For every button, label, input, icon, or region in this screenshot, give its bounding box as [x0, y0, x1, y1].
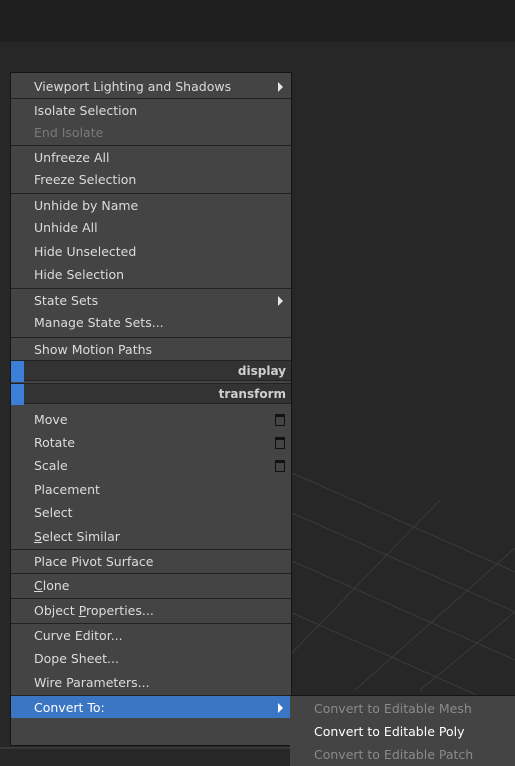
submenu-arrow-icon: [278, 296, 283, 306]
menu-item-object-properties[interactable]: Object Properties...: [11, 598, 291, 621]
menu-item-select-similar[interactable]: Select Similar: [11, 525, 291, 548]
menu-item-hide-selection[interactable]: Hide Selection: [11, 263, 291, 286]
menu-item-label: Viewport Lighting and Shadows: [34, 79, 232, 94]
menu-item-label: Wire Parameters...: [34, 675, 150, 690]
settings-box-icon[interactable]: [275, 414, 285, 426]
menu-item-label: Curve Editor...: [34, 628, 123, 643]
menu-item-label: Hide Selection: [34, 267, 125, 282]
menu-item-label: Object Properties...: [34, 603, 154, 618]
submenu-arrow-icon: [278, 703, 283, 713]
quad-menu: Viewport Lighting and Shadows Isolate Se…: [10, 72, 292, 746]
menu-item-placement[interactable]: Placement: [11, 478, 291, 501]
menu-item-scale[interactable]: Scale: [11, 454, 291, 477]
submenu-item-label: Convert to Editable Patch: [314, 747, 474, 762]
menu-item-label: Freeze Selection: [34, 172, 137, 187]
menu-item-freeze-selection[interactable]: Freeze Selection: [11, 168, 291, 191]
menu-item-label: Show Motion Paths: [34, 342, 153, 357]
submenu-item-editable-poly[interactable]: Convert to Editable Poly: [290, 721, 515, 743]
menu-item-label: Clone: [34, 578, 70, 593]
menu-item-unhide-by-name[interactable]: Unhide by Name: [11, 193, 291, 216]
menu-item-unfreeze-all[interactable]: Unfreeze All: [11, 145, 291, 168]
quad-header-label: display: [237, 364, 286, 378]
menu-item-label: Dope Sheet...: [34, 651, 119, 666]
menu-item-unhide-all[interactable]: Unhide All: [11, 216, 291, 239]
submenu-item-editable-mesh[interactable]: Convert to Editable Mesh: [290, 698, 515, 720]
menu-item-label: Isolate Selection: [34, 103, 138, 118]
menu-item-label: Unhide by Name: [34, 198, 139, 213]
menu-item-label: Unhide All: [34, 220, 98, 235]
menu-item-label: Select Similar: [34, 529, 120, 544]
menu-item-label: Move: [34, 412, 68, 427]
menu-item-hide-unselected[interactable]: Hide Unselected: [11, 240, 291, 263]
submenu-item-label: Convert to Editable Poly: [314, 724, 465, 739]
menu-item-viewport-lighting[interactable]: Viewport Lighting and Shadows: [11, 75, 291, 98]
settings-box-icon[interactable]: [275, 437, 285, 449]
menu-item-manage-state-sets[interactable]: Manage State Sets...: [11, 311, 291, 334]
menu-item-label: State Sets: [34, 293, 99, 308]
menu-item-label: Convert To:: [34, 700, 105, 715]
menu-item-curve-editor[interactable]: Curve Editor...: [11, 623, 291, 646]
menu-item-show-motion-paths[interactable]: Show Motion Paths: [11, 337, 291, 360]
menu-item-label: Placement: [34, 482, 100, 497]
menu-item-dope-sheet[interactable]: Dope Sheet...: [11, 647, 291, 670]
menu-item-label: Manage State Sets...: [34, 315, 164, 330]
menu-item-label: Unfreeze All: [34, 150, 110, 165]
menu-item-isolate-selection[interactable]: Isolate Selection: [11, 98, 291, 121]
submenu-item-label: Convert to Editable Mesh: [314, 701, 472, 716]
quad-header-label: transform: [218, 387, 286, 401]
quad-color-swatch: [11, 361, 24, 382]
settings-box-icon[interactable]: [275, 460, 285, 472]
menu-item-label: Select: [34, 505, 73, 520]
quad-color-swatch: [11, 384, 24, 405]
quad-header-display: display: [11, 360, 291, 382]
convert-to-submenu: Convert to Editable Mesh Convert to Edit…: [290, 695, 515, 766]
menu-item-label: Scale: [34, 458, 68, 473]
quad-header-transform: transform: [11, 383, 291, 405]
menu-item-clone[interactable]: Clone: [11, 573, 291, 596]
menu-item-wire-parameters[interactable]: Wire Parameters...: [11, 671, 291, 694]
menu-item-state-sets[interactable]: State Sets: [11, 288, 291, 311]
menu-item-select[interactable]: Select: [11, 501, 291, 524]
menu-item-convert-to[interactable]: Convert To:: [11, 695, 291, 718]
menu-item-label: End Isolate: [34, 125, 104, 140]
menu-item-label: Hide Unselected: [34, 244, 137, 259]
menu-item-move[interactable]: Move: [11, 408, 291, 431]
submenu-item-editable-patch[interactable]: Convert to Editable Patch: [290, 744, 515, 766]
menu-item-end-isolate: End Isolate: [11, 121, 291, 144]
submenu-arrow-icon: [278, 82, 283, 92]
menu-item-label: Place Pivot Surface: [34, 554, 154, 569]
menu-item-place-pivot-surface[interactable]: Place Pivot Surface: [11, 549, 291, 572]
menu-item-rotate[interactable]: Rotate: [11, 431, 291, 454]
menu-item-label: Rotate: [34, 435, 75, 450]
